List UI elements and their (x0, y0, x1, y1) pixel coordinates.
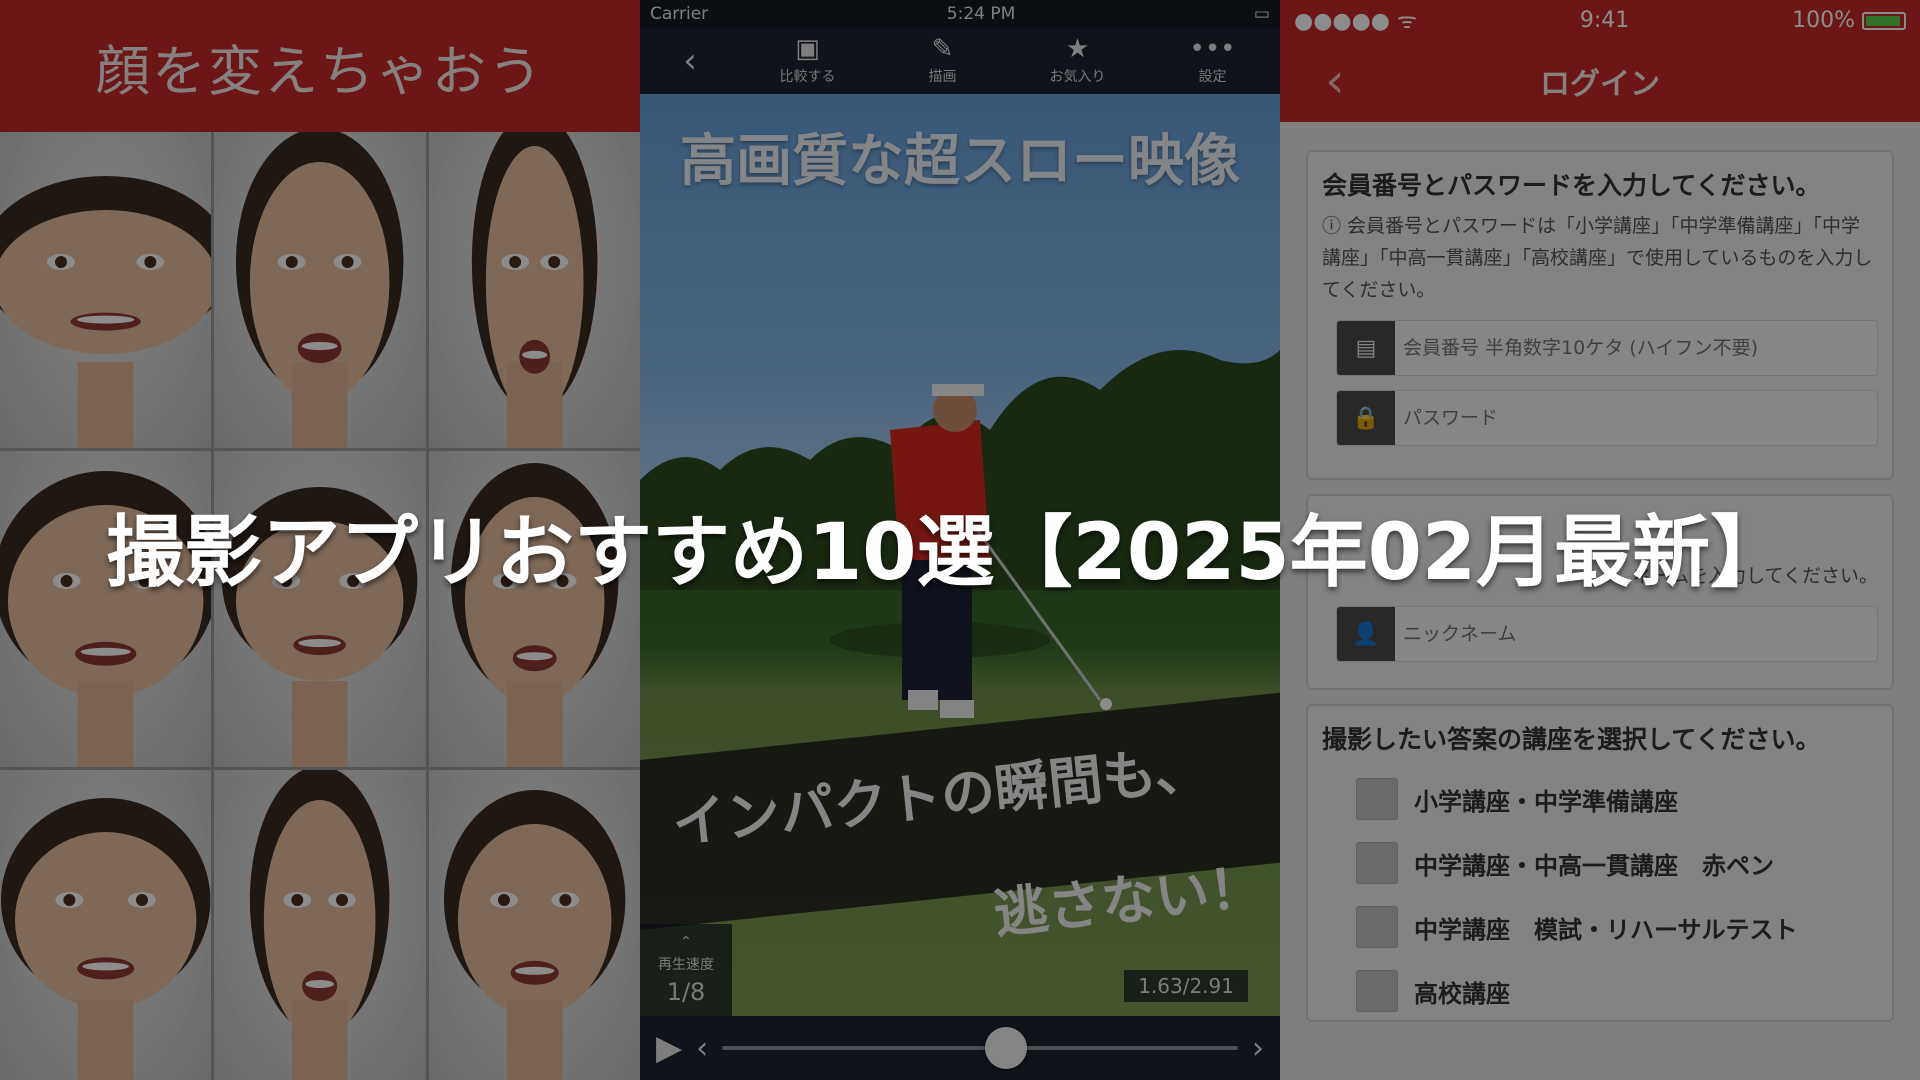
face-tile[interactable] (428, 132, 640, 448)
face-grid (0, 132, 640, 1080)
course-checkbox[interactable] (1356, 970, 1398, 1012)
credentials-card: 会員番号とパスワードを入力してください。 ⓘ 会員番号とパスワードは「小学講座」… (1306, 150, 1894, 480)
credentials-heading: 会員番号とパスワードを入力してください。 (1322, 171, 1821, 200)
lock-icon: 🔒 (1337, 391, 1395, 445)
password-field[interactable]: 🔒 (1336, 390, 1878, 446)
playback-controls: ▶ ‹ › (640, 1016, 1280, 1080)
face-illustration (471, 132, 598, 448)
clock-login: 9:41 (1579, 7, 1630, 33)
step-back-icon[interactable]: ‹ (696, 1031, 708, 1066)
course-option-label: 中学講座・中高一貫講座 赤ペン (1414, 851, 1774, 880)
face-tile[interactable] (0, 132, 212, 448)
course-heading: 撮影したい答案の講座を選択してください。 (1322, 725, 1821, 754)
face-illustration (0, 798, 211, 1080)
chevron-up-icon: ⌃ (680, 934, 692, 950)
course-option[interactable]: 中学講座・中高一貫講座 赤ペン (1356, 842, 1878, 884)
nickname-field[interactable]: 👤 (1336, 606, 1878, 662)
face-app-title: 顔を変えちゃおう (96, 39, 544, 103)
playback-speed-control[interactable]: ⌃ 再生速度 1/8 (640, 924, 732, 1016)
course-option[interactable]: 中学講座 模試・リハーサルテスト (1356, 906, 1878, 948)
play-icon[interactable]: ▶ (656, 1028, 682, 1068)
course-option-label: 中学講座 模試・リハーサルテスト (1414, 915, 1798, 944)
face-tile[interactable] (214, 770, 426, 1080)
step-forward-icon[interactable]: › (1252, 1031, 1264, 1066)
battery-indicator: 100% (1792, 8, 1906, 33)
course-option[interactable]: 小学講座・中学準備講座 (1356, 778, 1878, 820)
scrub-track[interactable] (722, 1027, 1238, 1069)
scrub-thumb[interactable] (984, 1027, 1027, 1069)
course-option-label: 高校講座 (1414, 979, 1510, 1008)
page-title: 撮影アプリおすすめ10選【2025年02月最新】 (106, 508, 1789, 598)
info-icon: ⓘ (1322, 215, 1348, 237)
course-card: 撮影したい答案の講座を選択してください。 小学講座・中学準備講座 中学講座・中高… (1306, 704, 1894, 1022)
face-tile[interactable] (214, 132, 426, 448)
battery-icon (1862, 11, 1906, 30)
face-illustration (236, 132, 404, 448)
timecode: 1.63/2.91 (1124, 970, 1248, 1002)
status-bar-login: ●●●●● ᯤ 9:41 100% (1280, 0, 1920, 40)
nickname-input[interactable] (1395, 607, 1877, 661)
credentials-note: ⓘ 会員番号とパスワードは「小学講座」「中学準備講座」「中学講座」「中高一貫講座… (1322, 210, 1878, 306)
face-app-header: 顔を変えちゃおう (0, 0, 640, 132)
signal-icon: ●●●●● ᯤ (1294, 9, 1418, 34)
face-illustration (443, 790, 626, 1080)
golf-headline: 高画質な超スロー映像 (680, 129, 1240, 194)
login-navbar: ‹ ログイン (1280, 40, 1920, 122)
face-tile[interactable] (428, 770, 640, 1080)
course-checkbox[interactable] (1356, 906, 1398, 948)
face-illustration (0, 176, 212, 448)
course-option[interactable]: 高校講座 (1356, 970, 1878, 1012)
course-checkbox[interactable] (1356, 778, 1398, 820)
user-icon: 👤 (1337, 607, 1395, 661)
member-number-input[interactable] (1395, 321, 1877, 375)
credentials-note-text: 会員番号とパスワードは「小学講座」「中学準備講座」「中学講座」「中高一貫講座」「… (1322, 215, 1873, 301)
battery-percent: 100% (1792, 7, 1855, 33)
face-tile[interactable] (0, 770, 212, 1080)
id-card-icon: ▤ (1337, 321, 1395, 375)
speed-value: 1/8 (666, 978, 706, 1006)
speed-label: 再生速度 (658, 957, 714, 973)
member-number-field[interactable]: ▤ (1336, 320, 1878, 376)
password-input[interactable] (1395, 391, 1877, 445)
course-option-label: 小学講座・中学準備講座 (1414, 787, 1678, 816)
login-title: ログイン (1540, 67, 1660, 102)
course-checkbox[interactable] (1356, 842, 1398, 884)
face-illustration (250, 770, 390, 1080)
